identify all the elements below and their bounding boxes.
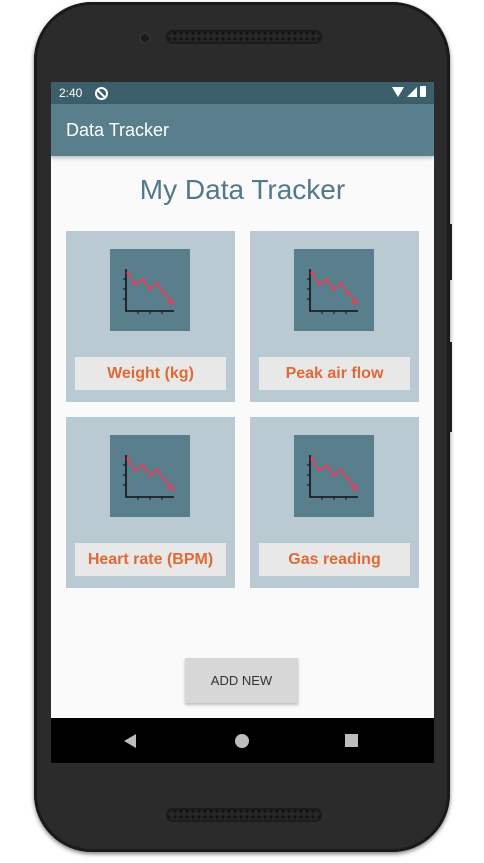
chart-icon (294, 435, 374, 517)
do-not-disturb-icon (95, 87, 108, 100)
add-new-button[interactable]: ADD NEW (185, 658, 298, 703)
tile-weight[interactable]: Weight (kg) (66, 231, 235, 402)
tile-gas-reading[interactable]: Gas reading (250, 417, 419, 588)
page-title: My Data Tracker (139, 174, 346, 205)
home-icon[interactable] (235, 734, 249, 748)
chart-icon (294, 249, 374, 331)
chart-icon (110, 249, 190, 331)
front-camera (139, 32, 151, 44)
tile-label: Weight (kg) (75, 357, 226, 390)
tile-label: Heart rate (BPM) (75, 543, 226, 576)
volume-button (448, 342, 452, 432)
status-bar: 2:40 (51, 82, 434, 104)
top-speaker-grille (166, 30, 322, 44)
status-icons (392, 86, 426, 97)
tile-heart-rate[interactable]: Heart rate (BPM) (66, 417, 235, 588)
app-bar: Data Tracker (51, 104, 434, 156)
signal-icon (407, 86, 417, 97)
wifi-icon (392, 86, 404, 97)
battery-icon (420, 86, 426, 97)
tile-peak-air-flow[interactable]: Peak air flow (250, 231, 419, 402)
recents-icon[interactable] (345, 734, 358, 747)
tile-label: Gas reading (259, 543, 410, 576)
back-icon[interactable] (124, 734, 136, 748)
app-title: Data Tracker (66, 120, 170, 140)
bottom-speaker-grille (166, 808, 322, 822)
screen: 2:40 Data Tracker My Data Tracker Weight… (51, 82, 434, 763)
status-time: 2:40 (59, 86, 83, 100)
power-button (448, 224, 452, 280)
tile-label: Peak air flow (259, 357, 410, 390)
chart-icon (110, 435, 190, 517)
navigation-bar (51, 718, 434, 763)
